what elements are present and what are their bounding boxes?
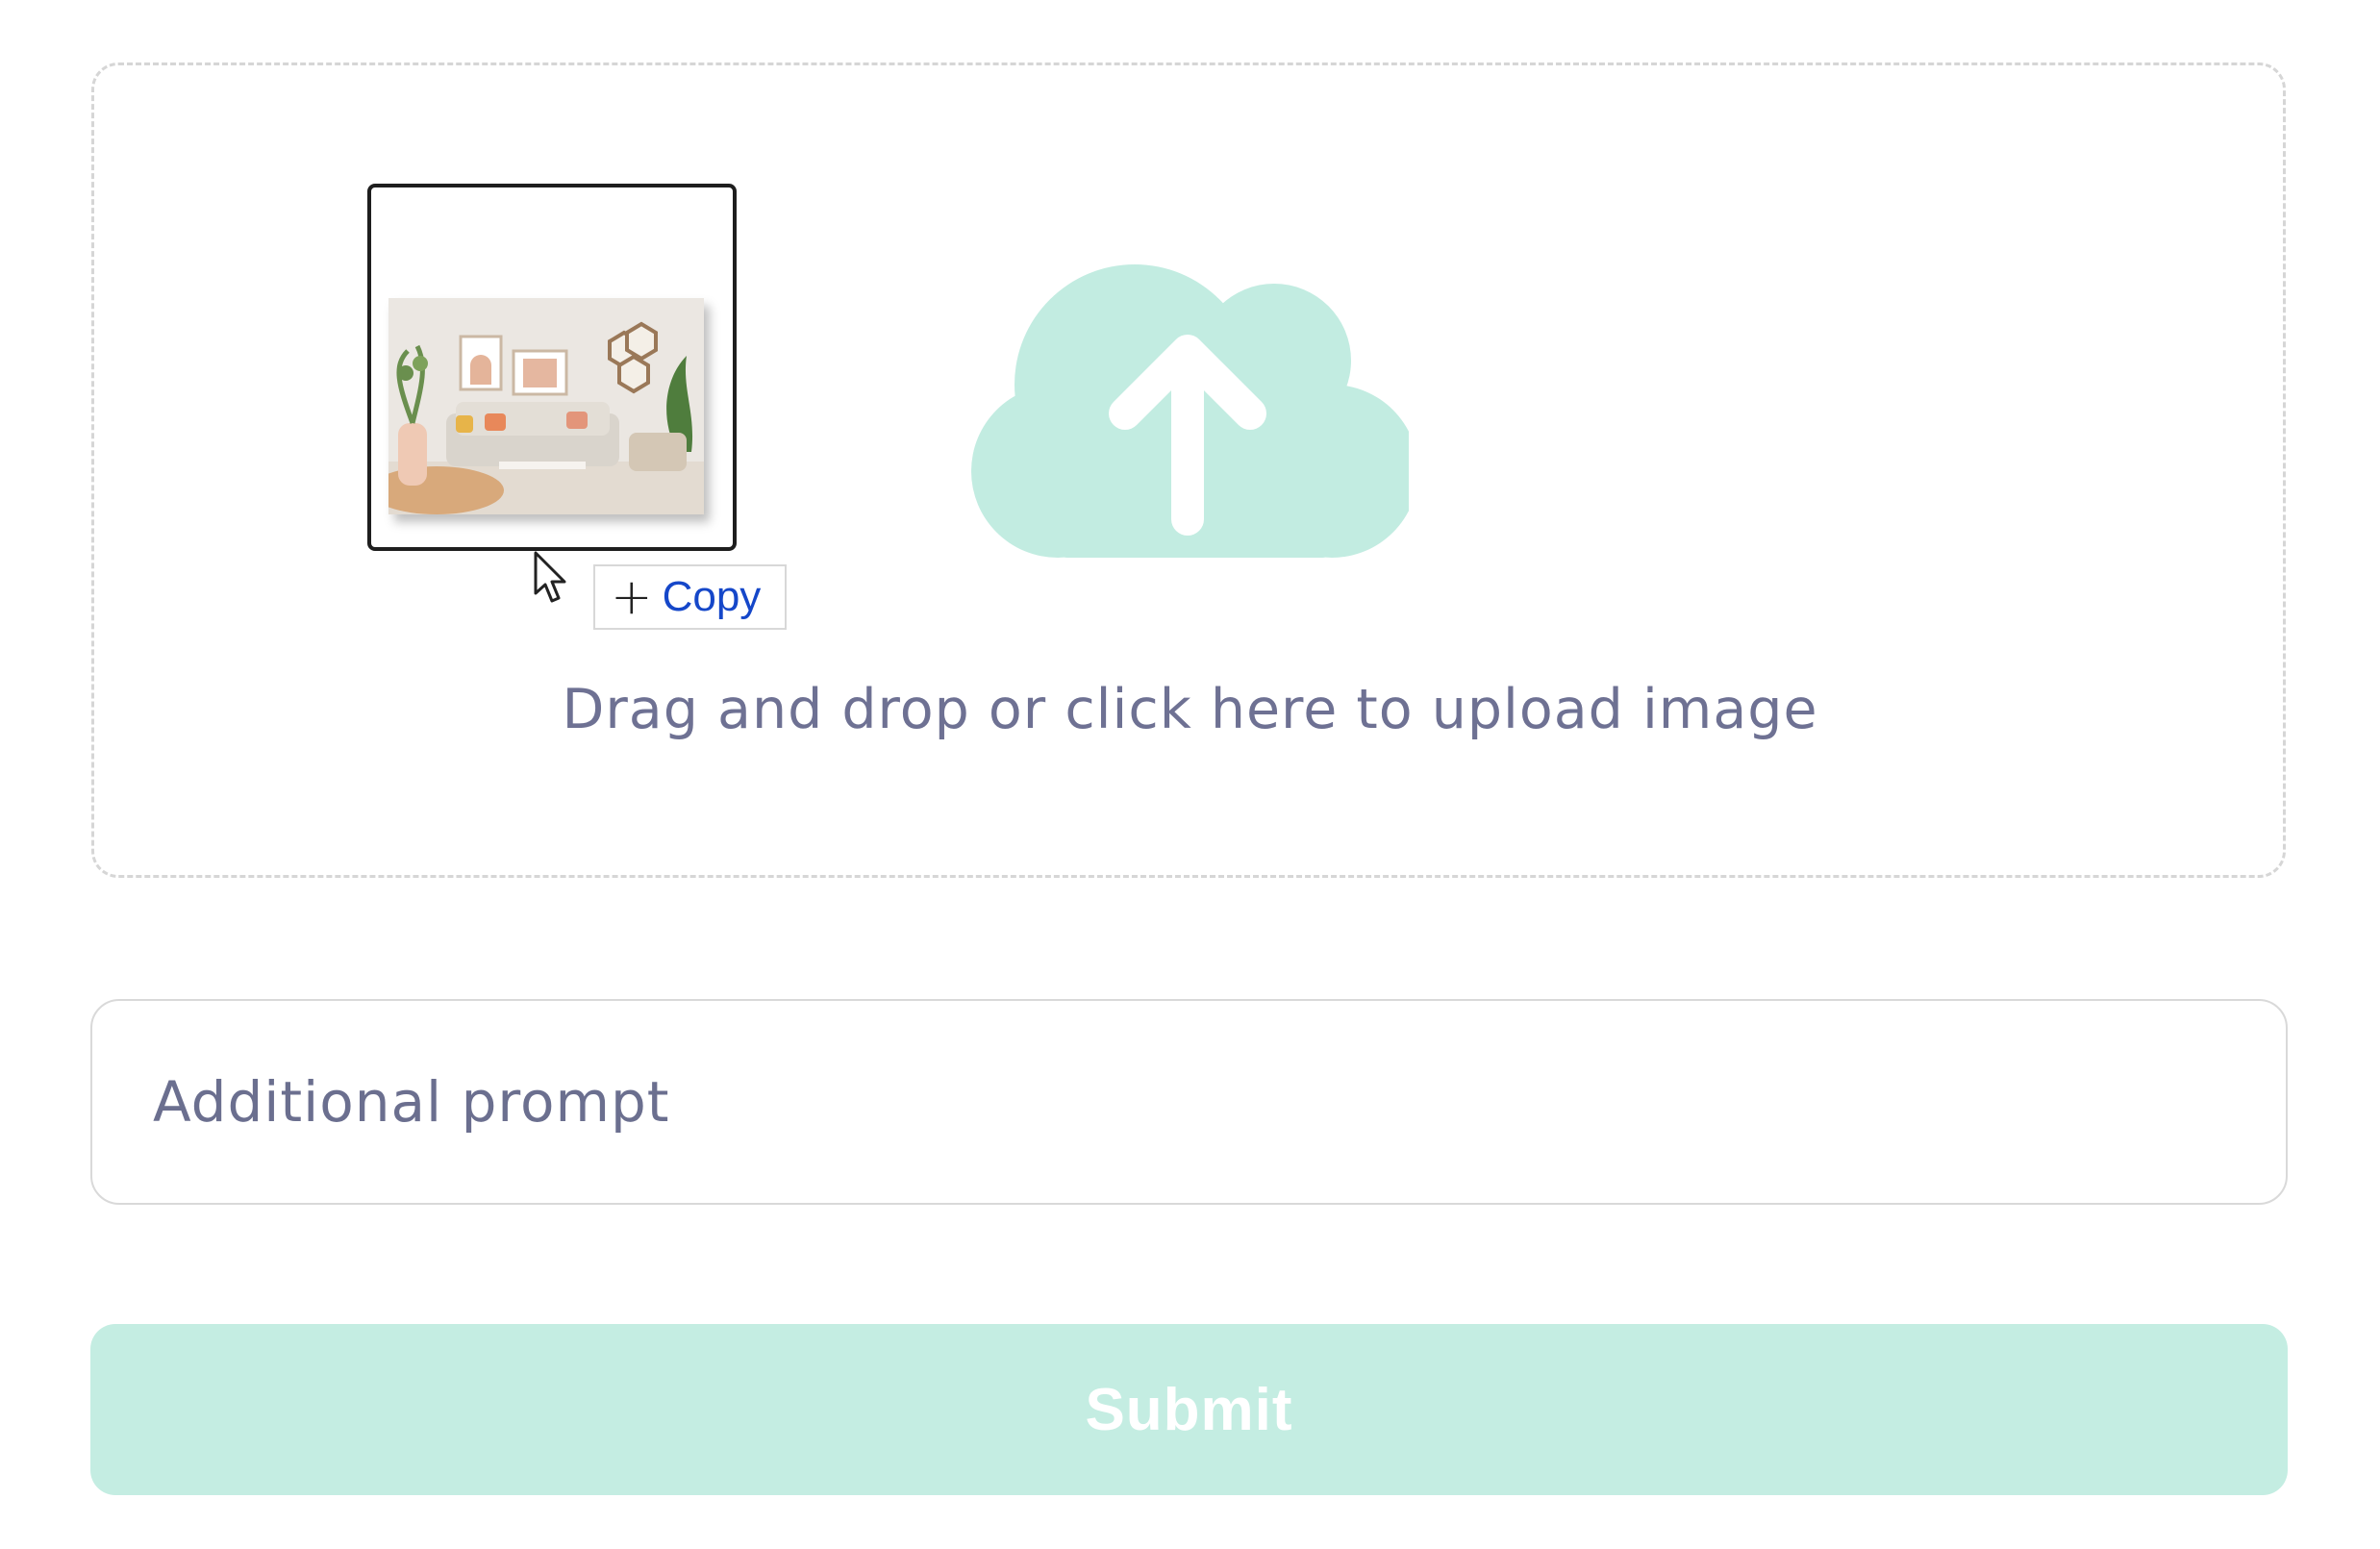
dragged-image-preview: [367, 184, 737, 551]
plus-icon: +: [611, 568, 653, 626]
submit-button[interactable]: Submit: [90, 1324, 2288, 1495]
living-room-image: [388, 298, 704, 514]
additional-prompt-input[interactable]: [90, 999, 2288, 1205]
cloud-upload-icon: [971, 264, 1409, 558]
mouse-pointer-icon: [534, 551, 566, 603]
copy-drag-badge: + Copy: [593, 564, 787, 630]
copy-label: Copy: [662, 573, 762, 620]
upload-instruction: Drag and drop or click here to upload im…: [562, 678, 1818, 741]
